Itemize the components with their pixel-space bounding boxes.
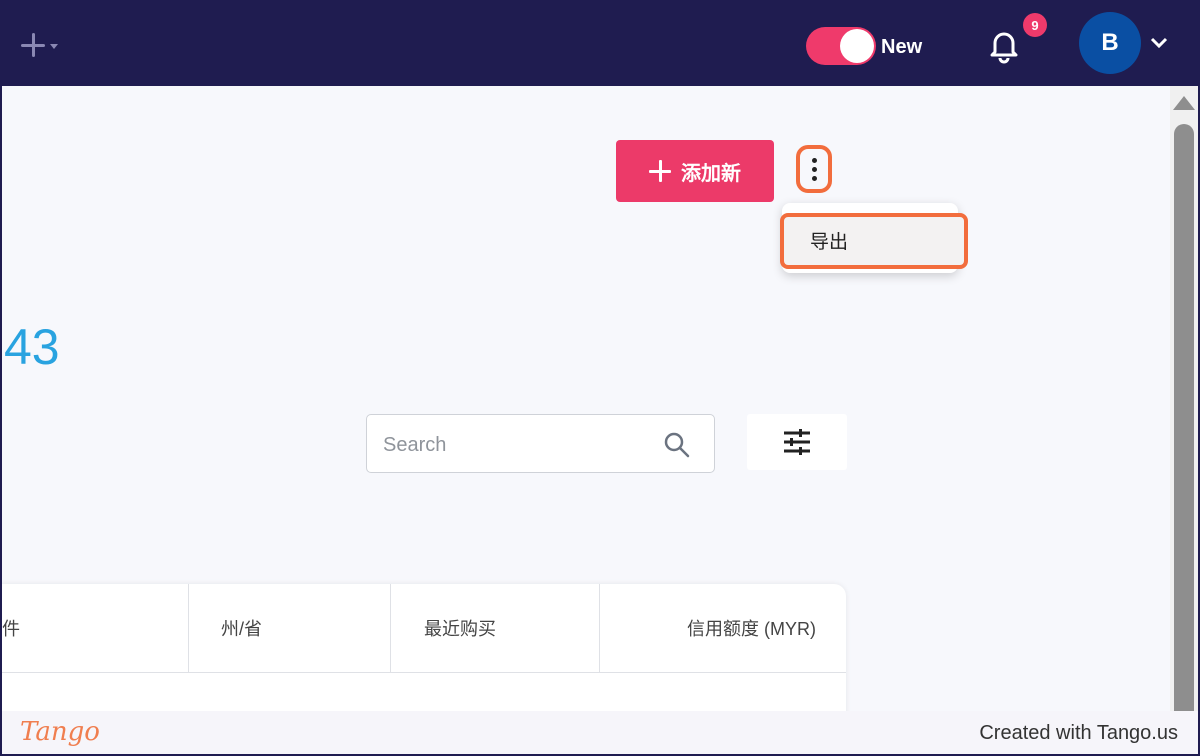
chevron-down-icon <box>50 43 58 49</box>
more-options-button[interactable] <box>796 145 832 193</box>
column-header-credit-limit[interactable]: 信用额度 (MYR) <box>599 584 846 673</box>
search-box <box>366 414 715 473</box>
filter-settings-button[interactable] <box>747 414 847 470</box>
top-navbar: New 9 B <box>0 0 1200 86</box>
chevron-down-icon[interactable] <box>1149 36 1169 50</box>
search-icon[interactable] <box>663 431 691 459</box>
new-ui-toggle[interactable] <box>806 27 876 65</box>
customers-table: 件 州/省 最近购买 信用额度 (MYR) <box>0 584 846 724</box>
plus-icon <box>649 160 671 182</box>
column-header-state[interactable]: 州/省 <box>188 584 390 673</box>
sliders-icon <box>784 429 810 455</box>
quick-create-button[interactable] <box>20 28 76 62</box>
summary-count: 43 <box>4 319 60 375</box>
menu-item-export[interactable]: 导出 <box>780 213 968 269</box>
scroll-up-arrow-icon[interactable] <box>1173 96 1195 110</box>
kebab-dot <box>811 175 817 181</box>
new-ui-toggle-label: New <box>881 36 923 58</box>
kebab-dot <box>811 157 817 163</box>
search-input[interactable] <box>381 429 655 461</box>
add-new-label: 添加新 <box>681 162 741 185</box>
kebab-dot <box>811 166 817 172</box>
plus-icon <box>20 32 46 58</box>
notification-count-badge: 9 <box>1023 13 1047 37</box>
user-avatar[interactable]: B <box>1079 12 1141 74</box>
column-header-last-purchase[interactable]: 最近购买 <box>390 584 599 673</box>
notifications-bell-icon[interactable] <box>986 26 1022 64</box>
scrollbar-thumb[interactable] <box>1174 124 1194 724</box>
tango-footer: Tango Created with Tango.us <box>0 711 1200 756</box>
add-new-button[interactable]: 添加新 <box>616 140 774 202</box>
tango-credit: Created with Tango.us <box>979 722 1178 744</box>
column-header[interactable]: 件 <box>0 584 188 673</box>
toggle-knob <box>840 29 874 63</box>
tango-logo: Tango <box>20 717 100 747</box>
